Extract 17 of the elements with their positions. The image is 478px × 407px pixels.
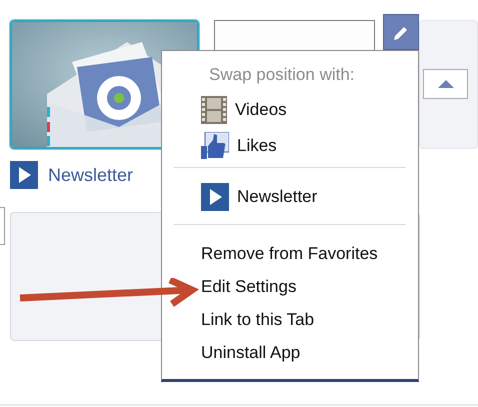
menu-item[interactable]: Uninstall App bbox=[201, 336, 300, 369]
thumbs-up-icon bbox=[201, 132, 229, 160]
menu-item[interactable]: Likes bbox=[201, 131, 277, 161]
play-icon bbox=[10, 161, 38, 189]
film-icon bbox=[201, 96, 227, 124]
play-icon bbox=[201, 183, 229, 211]
menu-header: Swap position with: bbox=[209, 65, 355, 85]
panel-edge bbox=[0, 207, 5, 245]
triangle-up-icon bbox=[438, 80, 454, 88]
menu-item[interactable]: Edit Settings bbox=[201, 270, 296, 303]
menu-item[interactable]: Link to this Tab bbox=[201, 303, 314, 336]
menu-item[interactable]: Newsletter bbox=[201, 182, 318, 212]
menu-item[interactable]: Remove from Favorites bbox=[201, 237, 378, 270]
menu-item[interactable]: Videos bbox=[201, 95, 287, 125]
scroll-up-button[interactable] bbox=[423, 69, 468, 99]
app-link[interactable]: Newsletter bbox=[48, 164, 134, 186]
edit-button[interactable] bbox=[383, 14, 419, 50]
